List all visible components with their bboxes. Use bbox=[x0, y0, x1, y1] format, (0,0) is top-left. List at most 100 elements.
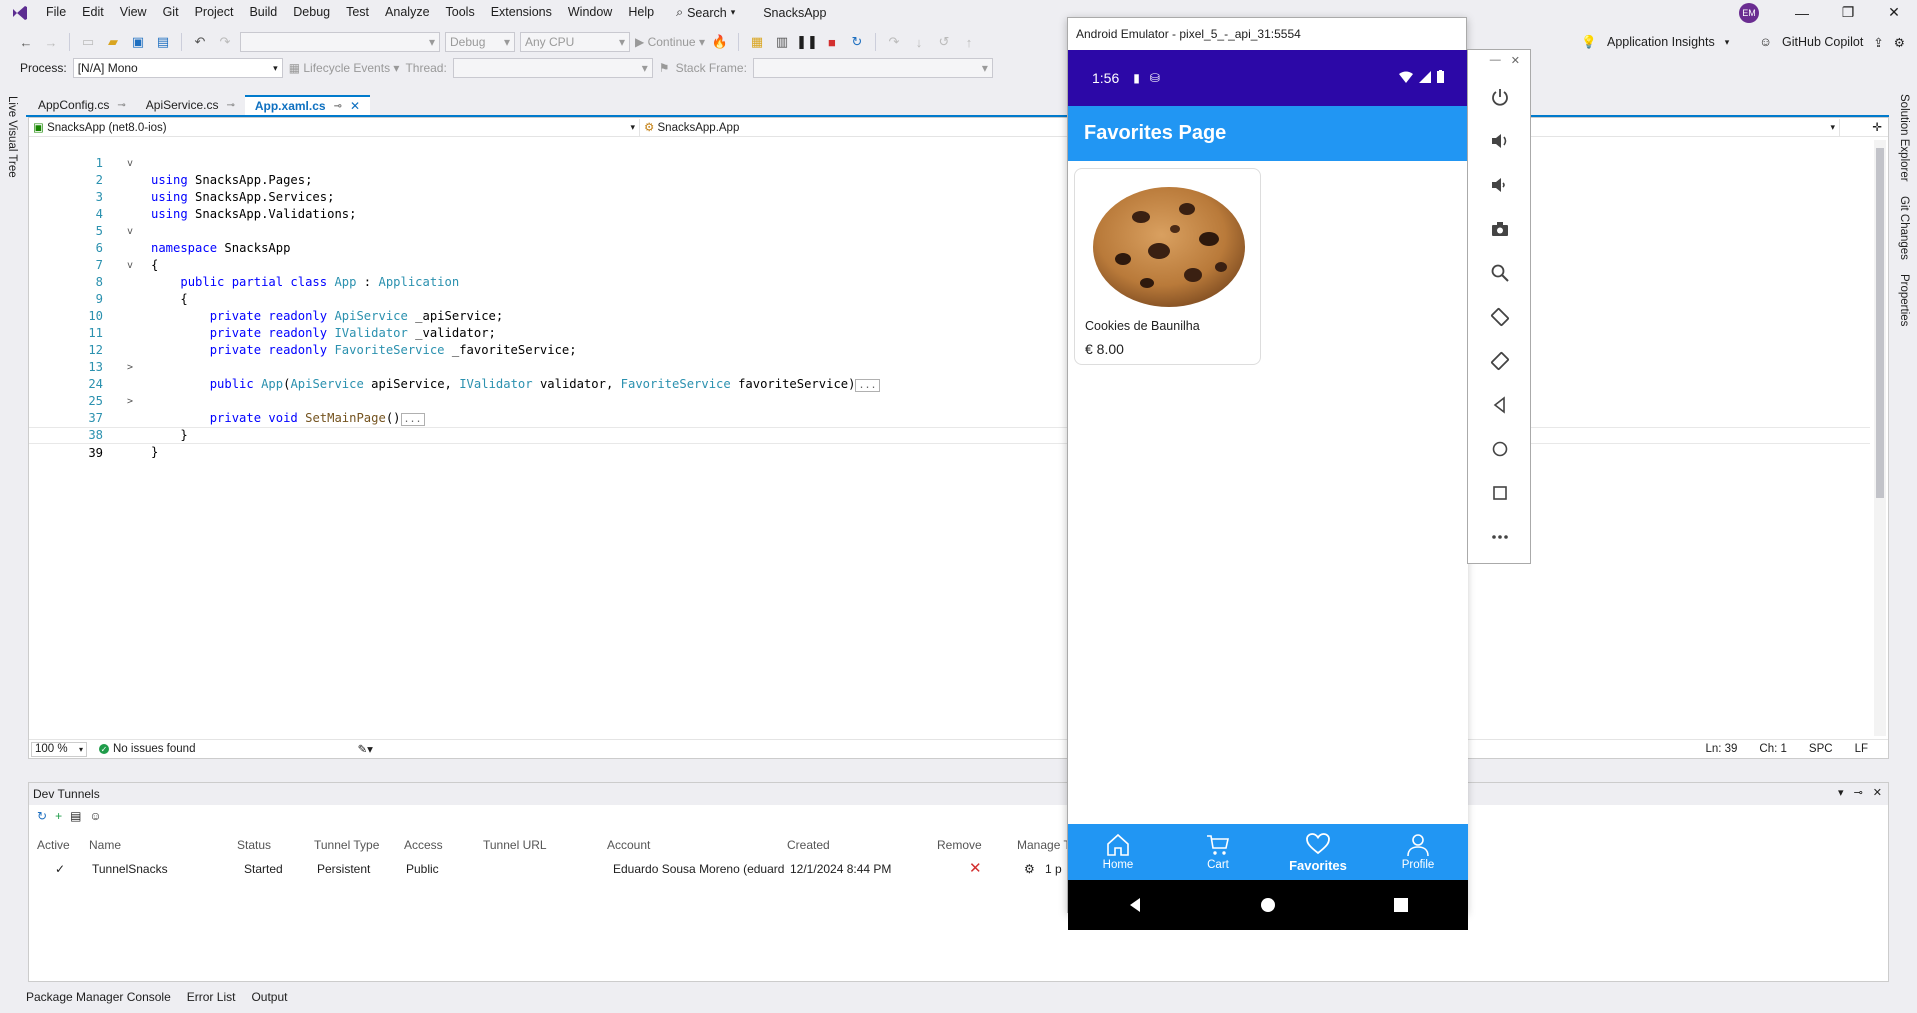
back-icon[interactable]: ← bbox=[16, 32, 36, 52]
favorite-product-card[interactable]: Cookies de Baunilha € 8.00 bbox=[1074, 168, 1261, 365]
code-area[interactable]: 1v using SnacksApp.Pages; 2 using Snacks… bbox=[29, 138, 1870, 738]
col-created[interactable]: Created bbox=[787, 838, 830, 852]
close-icon[interactable]: ✕ bbox=[350, 99, 360, 113]
open-folder-icon[interactable]: ▰ bbox=[103, 32, 123, 52]
search-box[interactable]: ⌕ Search ▾ bbox=[668, 5, 743, 20]
platform-combo[interactable]: Any CPU ▾ bbox=[520, 32, 630, 52]
more-options-icon[interactable] bbox=[1488, 525, 1512, 549]
settings-icon[interactable]: ⚙ bbox=[1894, 35, 1905, 50]
menu-debug[interactable]: Debug bbox=[285, 0, 338, 25]
rotate-right-icon[interactable] bbox=[1488, 349, 1512, 373]
col-access[interactable]: Access bbox=[404, 838, 443, 852]
solution-explorer-tab[interactable]: Solution Explorer bbox=[1898, 94, 1910, 182]
menu-tools[interactable]: Tools bbox=[438, 0, 483, 25]
restore-icon[interactable]: ❐ bbox=[1825, 0, 1871, 25]
camera-icon[interactable] bbox=[1488, 217, 1512, 241]
pin-icon[interactable]: ⊸ bbox=[117, 100, 125, 111]
volume-up-icon[interactable] bbox=[1488, 129, 1512, 153]
project-combo[interactable]: ▣ SnacksApp (net8.0-ios) ▾ bbox=[29, 118, 640, 136]
add-icon[interactable]: + bbox=[55, 809, 62, 823]
tab-error-list[interactable]: Error List bbox=[187, 990, 236, 1004]
lifecycle-events-button[interactable]: ▦ Lifecycle Events ▾ bbox=[289, 61, 400, 75]
gear-icon[interactable]: ⚙ bbox=[1024, 862, 1035, 876]
nav-home[interactable]: Home bbox=[1068, 824, 1168, 880]
col-name[interactable]: Name bbox=[89, 838, 121, 852]
empty-combo[interactable]: ▾ bbox=[240, 32, 440, 52]
hot-reload-icon[interactable]: 🔥 bbox=[710, 32, 730, 52]
menu-edit[interactable]: Edit bbox=[74, 0, 112, 25]
menu-project[interactable]: Project bbox=[187, 0, 242, 25]
menu-extensions[interactable]: Extensions bbox=[483, 0, 560, 25]
col-tunnel-url[interactable]: Tunnel URL bbox=[483, 838, 547, 852]
col-account[interactable]: Account bbox=[607, 838, 650, 852]
pause-icon[interactable]: ❚❚ bbox=[796, 32, 818, 52]
nav-favorites[interactable]: Favorites bbox=[1268, 824, 1368, 880]
restart-icon[interactable]: ↻ bbox=[847, 32, 867, 52]
zoom-combo[interactable]: 100 % ▾ bbox=[31, 741, 87, 757]
home-circle-icon[interactable] bbox=[1259, 896, 1277, 914]
stack-frame-combo[interactable]: ▾ bbox=[752, 58, 993, 78]
col-status[interactable]: Status bbox=[237, 838, 271, 852]
menu-build[interactable]: Build bbox=[241, 0, 285, 25]
browse-icon[interactable]: ▦ bbox=[747, 32, 767, 52]
recents-square-icon[interactable] bbox=[1392, 896, 1410, 914]
split-icon[interactable]: ✛ bbox=[1872, 120, 1882, 134]
brush-icon[interactable]: ✎▾ bbox=[357, 742, 372, 756]
app-insights-button[interactable]: Application Insights bbox=[1607, 35, 1715, 49]
back-icon[interactable] bbox=[1488, 393, 1512, 417]
refresh-icon[interactable]: ↻ bbox=[37, 809, 47, 823]
avatar[interactable]: EM bbox=[1739, 2, 1759, 23]
configuration-combo[interactable]: Debug ▾ bbox=[445, 32, 515, 52]
menu-view[interactable]: View bbox=[112, 0, 155, 25]
save-all-icon[interactable]: ▤ bbox=[153, 32, 173, 52]
user-icon[interactable]: ☺ bbox=[89, 809, 101, 823]
tab-app-xaml-cs[interactable]: App.xaml.cs ⊸ ✕ bbox=[244, 95, 371, 115]
list-icon[interactable]: ▤ bbox=[70, 809, 81, 823]
menu-file[interactable]: File bbox=[38, 0, 74, 25]
col-manage[interactable]: Manage T bbox=[1017, 838, 1071, 852]
git-changes-tab[interactable]: Git Changes bbox=[1898, 196, 1910, 260]
properties-tab[interactable]: Properties bbox=[1898, 274, 1910, 326]
nav-cart[interactable]: Cart bbox=[1168, 824, 1268, 880]
vertical-scrollbar[interactable] bbox=[1874, 140, 1886, 736]
code-editor[interactable]: ▣ SnacksApp (net8.0-ios) ▾ ⚙ SnacksApp.Ap… bbox=[28, 117, 1889, 759]
step-back-icon[interactable]: ↺ bbox=[934, 32, 954, 52]
save-icon[interactable]: ▣ bbox=[128, 32, 148, 52]
stop-icon[interactable]: ■ bbox=[822, 32, 842, 52]
step-over-icon[interactable]: ↷ bbox=[884, 32, 904, 52]
close-icon[interactable]: ✕ bbox=[1873, 786, 1882, 799]
menu-test[interactable]: Test bbox=[338, 0, 377, 25]
row-active-check[interactable]: ✓ bbox=[55, 862, 65, 876]
tab-appconfig[interactable]: AppConfig.cs ⊸ bbox=[28, 95, 136, 115]
process-combo[interactable]: [N/A] Mono ▾ bbox=[72, 58, 283, 78]
zoom-icon[interactable] bbox=[1488, 261, 1512, 285]
nav-profile[interactable]: Profile bbox=[1368, 824, 1468, 880]
step-into-icon[interactable]: ↓ bbox=[909, 32, 929, 52]
back-triangle-icon[interactable] bbox=[1126, 896, 1144, 914]
close-icon[interactable]: ✕ bbox=[1511, 54, 1520, 72]
continue-button[interactable]: ▶ Continue ▾ bbox=[635, 35, 705, 49]
tab-package-manager-console[interactable]: Package Manager Console bbox=[26, 990, 171, 1004]
issues-indicator[interactable]: ✓ No issues found bbox=[99, 743, 195, 755]
dropdown-icon[interactable]: ▾ bbox=[1838, 786, 1844, 799]
layout-icon[interactable]: ▥ bbox=[772, 32, 792, 52]
pin-icon[interactable]: ⊸ bbox=[226, 100, 234, 111]
redo-icon[interactable]: ↷ bbox=[215, 32, 235, 52]
forward-icon[interactable]: → bbox=[41, 32, 61, 52]
live-visual-tree-tab[interactable]: Live Visual Tree bbox=[6, 96, 18, 178]
minimize-icon[interactable]: — bbox=[1779, 0, 1825, 25]
scrollbar-thumb[interactable] bbox=[1876, 148, 1884, 498]
overview-icon[interactable] bbox=[1488, 481, 1512, 505]
minimize-icon[interactable]: — bbox=[1490, 54, 1501, 72]
col-remove[interactable]: Remove bbox=[937, 838, 982, 852]
col-active[interactable]: Active bbox=[37, 838, 70, 852]
home-icon[interactable] bbox=[1488, 437, 1512, 461]
close-icon[interactable]: ✕ bbox=[1871, 0, 1917, 25]
new-item-icon[interactable]: ▭ bbox=[78, 32, 98, 52]
share-icon[interactable]: ⇪ bbox=[1873, 35, 1883, 50]
menu-window[interactable]: Window bbox=[560, 0, 620, 25]
rotate-left-icon[interactable] bbox=[1488, 305, 1512, 329]
step-out-icon[interactable]: ↑ bbox=[959, 32, 979, 52]
col-tunnel-type[interactable]: Tunnel Type bbox=[314, 838, 379, 852]
remove-icon[interactable]: ✕ bbox=[969, 859, 982, 877]
